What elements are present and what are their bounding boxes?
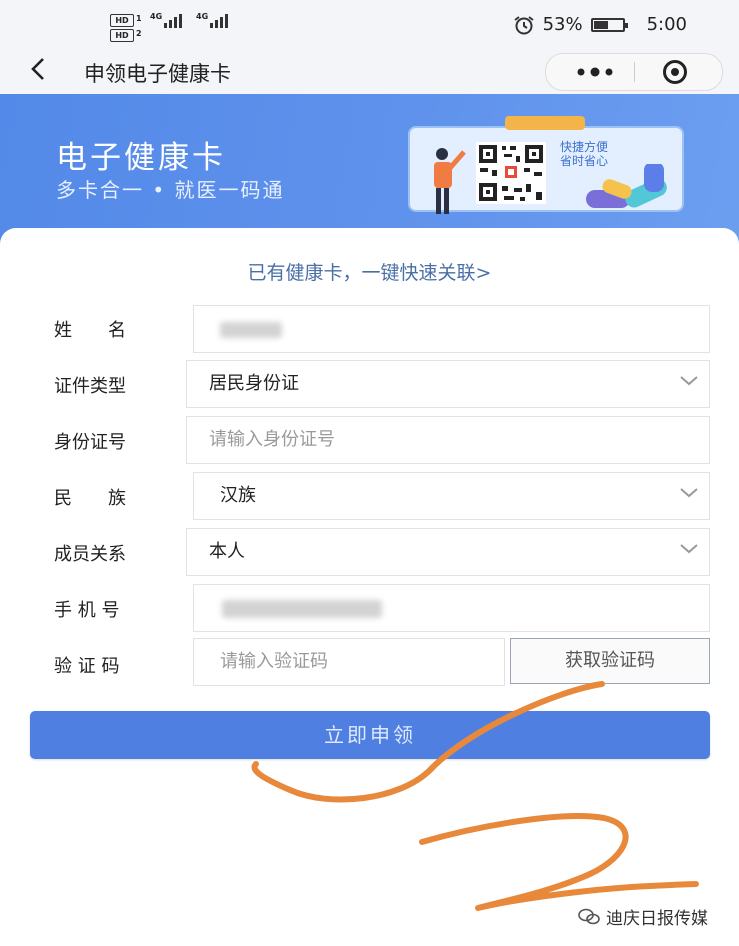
signal-icon: [164, 14, 182, 28]
chevron-down-icon: [680, 376, 698, 386]
id-number-label: 身份证号: [54, 432, 126, 453]
redacted-name: [220, 322, 282, 338]
wechat-icon: [578, 908, 600, 924]
id-type-select[interactable]: 居民身份证: [186, 360, 710, 408]
phone-input[interactable]: [193, 584, 710, 632]
code-label: 验 证 码: [54, 656, 120, 677]
ethnicity-label: 民 族: [54, 488, 126, 509]
clipboard-clip: [505, 116, 585, 130]
chevron-down-icon: [680, 488, 698, 498]
code-input[interactable]: 请输入验证码: [193, 638, 505, 686]
name-label: 姓 名: [54, 320, 126, 341]
alarm-icon: [513, 15, 534, 34]
status-bar: HD 1 HD 2 4G 4G 53% 5:00: [0, 0, 739, 52]
watermark: 迪庆日报传媒: [578, 904, 708, 929]
redacted-phone: [222, 600, 382, 618]
relation-value: 本人: [209, 541, 245, 562]
relation-select[interactable]: 本人: [186, 528, 710, 576]
relation-label: 成员关系: [54, 544, 126, 565]
hd-badge-sim1: HD: [110, 14, 134, 27]
card-slogan-line1: 快捷方便: [560, 140, 609, 154]
ethnicity-value: 汉族: [220, 485, 256, 506]
network-type-2: 4G: [196, 12, 209, 21]
back-icon[interactable]: [28, 56, 48, 88]
page-title: 申领电子健康卡: [84, 62, 231, 86]
sim2-number: 2: [136, 29, 142, 38]
battery-icon: [590, 17, 628, 32]
signal-icon: [210, 14, 228, 28]
id-type-value: 居民身份证: [209, 373, 299, 394]
id-number-placeholder: 请输入身份证号: [209, 429, 335, 450]
banner: 电子健康卡 多卡合一 • 就医一码通 快捷方便 省时省心: [0, 94, 739, 244]
sim1-number: 1: [136, 14, 142, 23]
name-input[interactable]: [193, 305, 710, 353]
get-code-button[interactable]: 获取验证码: [510, 638, 710, 684]
link-existing-card[interactable]: 已有健康卡，一键快速关联>: [0, 258, 739, 285]
banner-title: 电子健康卡: [56, 140, 226, 176]
hd-badge-sim2: HD: [110, 29, 134, 42]
clock: 5:00: [646, 14, 687, 35]
id-number-input[interactable]: 请输入身份证号: [186, 416, 710, 464]
banner-subtitle: 多卡合一 • 就医一码通: [56, 178, 285, 202]
close-mini-program-icon[interactable]: [662, 59, 688, 85]
form-sheet: 已有健康卡，一键快速关联> 姓 名 证件类型 居民身份证 身份证号 请输入身份证…: [0, 228, 739, 946]
battery-percent: 53%: [542, 14, 583, 35]
person-illustration: [434, 148, 466, 214]
network-type-1: 4G: [150, 12, 163, 21]
submit-button[interactable]: 立即申领: [30, 711, 710, 759]
watermark-text: 迪庆日报传媒: [606, 909, 708, 929]
code-placeholder: 请输入验证码: [220, 651, 328, 672]
id-type-label: 证件类型: [54, 376, 126, 397]
qr-code-icon: [476, 142, 546, 204]
dots-icon: [577, 67, 613, 77]
nav-bar: 申领电子健康卡: [0, 52, 739, 94]
pills-illustration: [586, 164, 667, 208]
mini-program-capsule: [545, 53, 723, 91]
capsule-divider: [634, 62, 635, 82]
chevron-down-icon: [680, 544, 698, 554]
ethnicity-select[interactable]: 汉族: [193, 472, 710, 520]
status-right: 53% 5:00: [513, 14, 687, 35]
more-button[interactable]: [566, 54, 624, 90]
phone-label: 手 机 号: [54, 600, 120, 621]
